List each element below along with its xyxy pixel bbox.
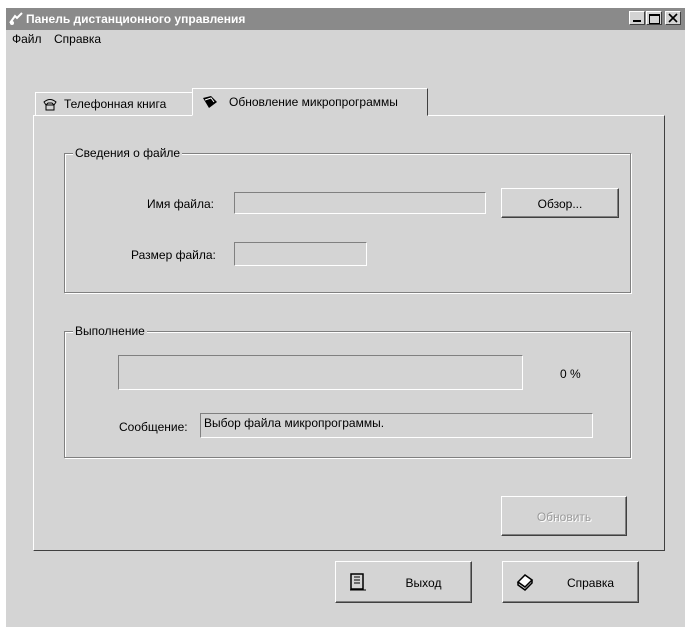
browse-button[interactable]: Обзор... [501, 188, 619, 218]
exit-button[interactable]: Выход [335, 561, 472, 603]
help-button-label: Справка [566, 576, 615, 590]
tab-panel: Сведения о файле Имя файла: Обзор... Раз… [33, 115, 665, 551]
app-window: Панель дистанционного управления Файл Сп… [6, 8, 685, 627]
message-field: Выбор файла микропрограммы. [200, 413, 593, 438]
update-button[interactable]: Обновить [501, 496, 627, 536]
file-info-group: Сведения о файле Имя файла: Обзор... Раз… [64, 146, 631, 293]
title-bar[interactable]: Панель дистанционного управления [6, 8, 685, 30]
close-icon [668, 13, 678, 23]
browse-button-label: Обзор... [537, 197, 583, 211]
tab-phonebook[interactable]: Телефонная книга [35, 92, 193, 116]
tab-phonebook-label: Телефонная книга [64, 97, 167, 111]
menu-file[interactable]: Файл [12, 32, 42, 46]
window-title: Панель дистанционного управления [26, 12, 246, 26]
file-name-label: Имя файла: [147, 197, 214, 211]
tab-firmware-label: Обновление микропрограммы [229, 95, 398, 109]
firmware-icon [203, 96, 217, 108]
minimize-icon [633, 20, 641, 22]
exit-door-icon [350, 573, 366, 591]
maximize-button[interactable] [646, 11, 662, 25]
menu-bar: Файл Справка [6, 30, 685, 49]
help-button[interactable]: Справка [502, 561, 639, 603]
update-button-label: Обновить [536, 510, 592, 524]
progress-bar [118, 355, 523, 390]
app-icon [9, 12, 23, 25]
menu-help[interactable]: Справка [54, 32, 101, 46]
phonebook-icon [43, 99, 57, 111]
file-info-group-label: Сведения о файле [73, 146, 183, 160]
file-name-field[interactable] [234, 192, 486, 214]
exit-button-label: Выход [405, 576, 442, 590]
progress-percent: 0 % [560, 367, 581, 381]
minimize-button[interactable] [629, 11, 645, 25]
maximize-icon [649, 14, 660, 24]
progress-group-label: Выполнение [73, 324, 147, 338]
file-size-field [234, 242, 367, 266]
message-label: Сообщение: [119, 420, 188, 434]
tab-firmware-update[interactable]: Обновление микропрограммы [192, 88, 428, 116]
help-book-icon [516, 574, 534, 591]
close-button[interactable] [665, 11, 681, 25]
progress-group: Выполнение 0 % Сообщение: Выбор файла ми… [64, 324, 631, 458]
file-size-label: Размер файла: [131, 248, 216, 262]
